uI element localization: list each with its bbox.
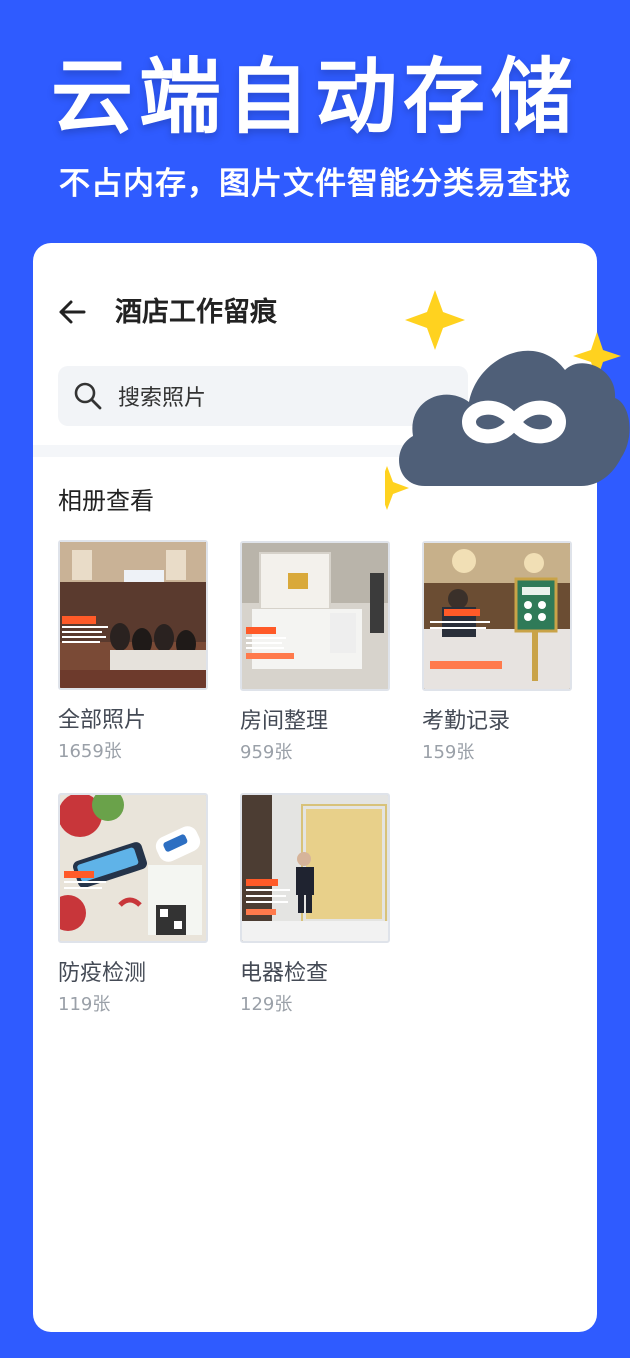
album-thumbnail [58,540,208,690]
search-icon [72,380,104,412]
back-button[interactable] [55,295,89,329]
cloud-infinity-icon [385,290,630,510]
album-name: 全部照片 [58,708,147,733]
album-name: 防疫检测 [58,961,147,986]
album-name: 考勤记录 [422,709,511,734]
album-count: 959张 [240,742,293,763]
album-count: 159张 [422,742,475,763]
album-thumbnail [422,541,572,691]
search-placeholder: 搜索照片 [118,386,207,411]
album-thumbnail [58,793,208,943]
album-thumbnail [240,541,390,691]
arrow-left-icon [59,300,86,324]
album-name: 房间整理 [240,709,329,734]
section-title: 相册查看 [58,487,154,515]
album-item-appliance-check[interactable]: 电器检查 129张 [240,793,390,1017]
hero-title: 云端自动存储 [50,50,579,145]
album-count: 119张 [58,994,111,1015]
album-count: 129张 [240,994,293,1015]
album-count: 1659张 [58,741,122,762]
album-item-epidemic-check[interactable]: 防疫检测 119张 [58,793,208,1017]
hero-subtitle: 不占内存，图片文件智能分类易查找 [59,166,571,202]
album-name: 电器检查 [240,961,329,986]
page-title: 酒店工作留痕 [115,297,277,328]
album-item-room-tidying[interactable]: 房间整理 959张 [240,541,390,765]
sparkle-icon [405,290,465,350]
album-thumbnail [240,793,390,943]
album-item-all-photos[interactable]: 全部照片 1659张 [58,540,208,764]
album-item-attendance[interactable]: 考勤记录 159张 [422,541,572,765]
